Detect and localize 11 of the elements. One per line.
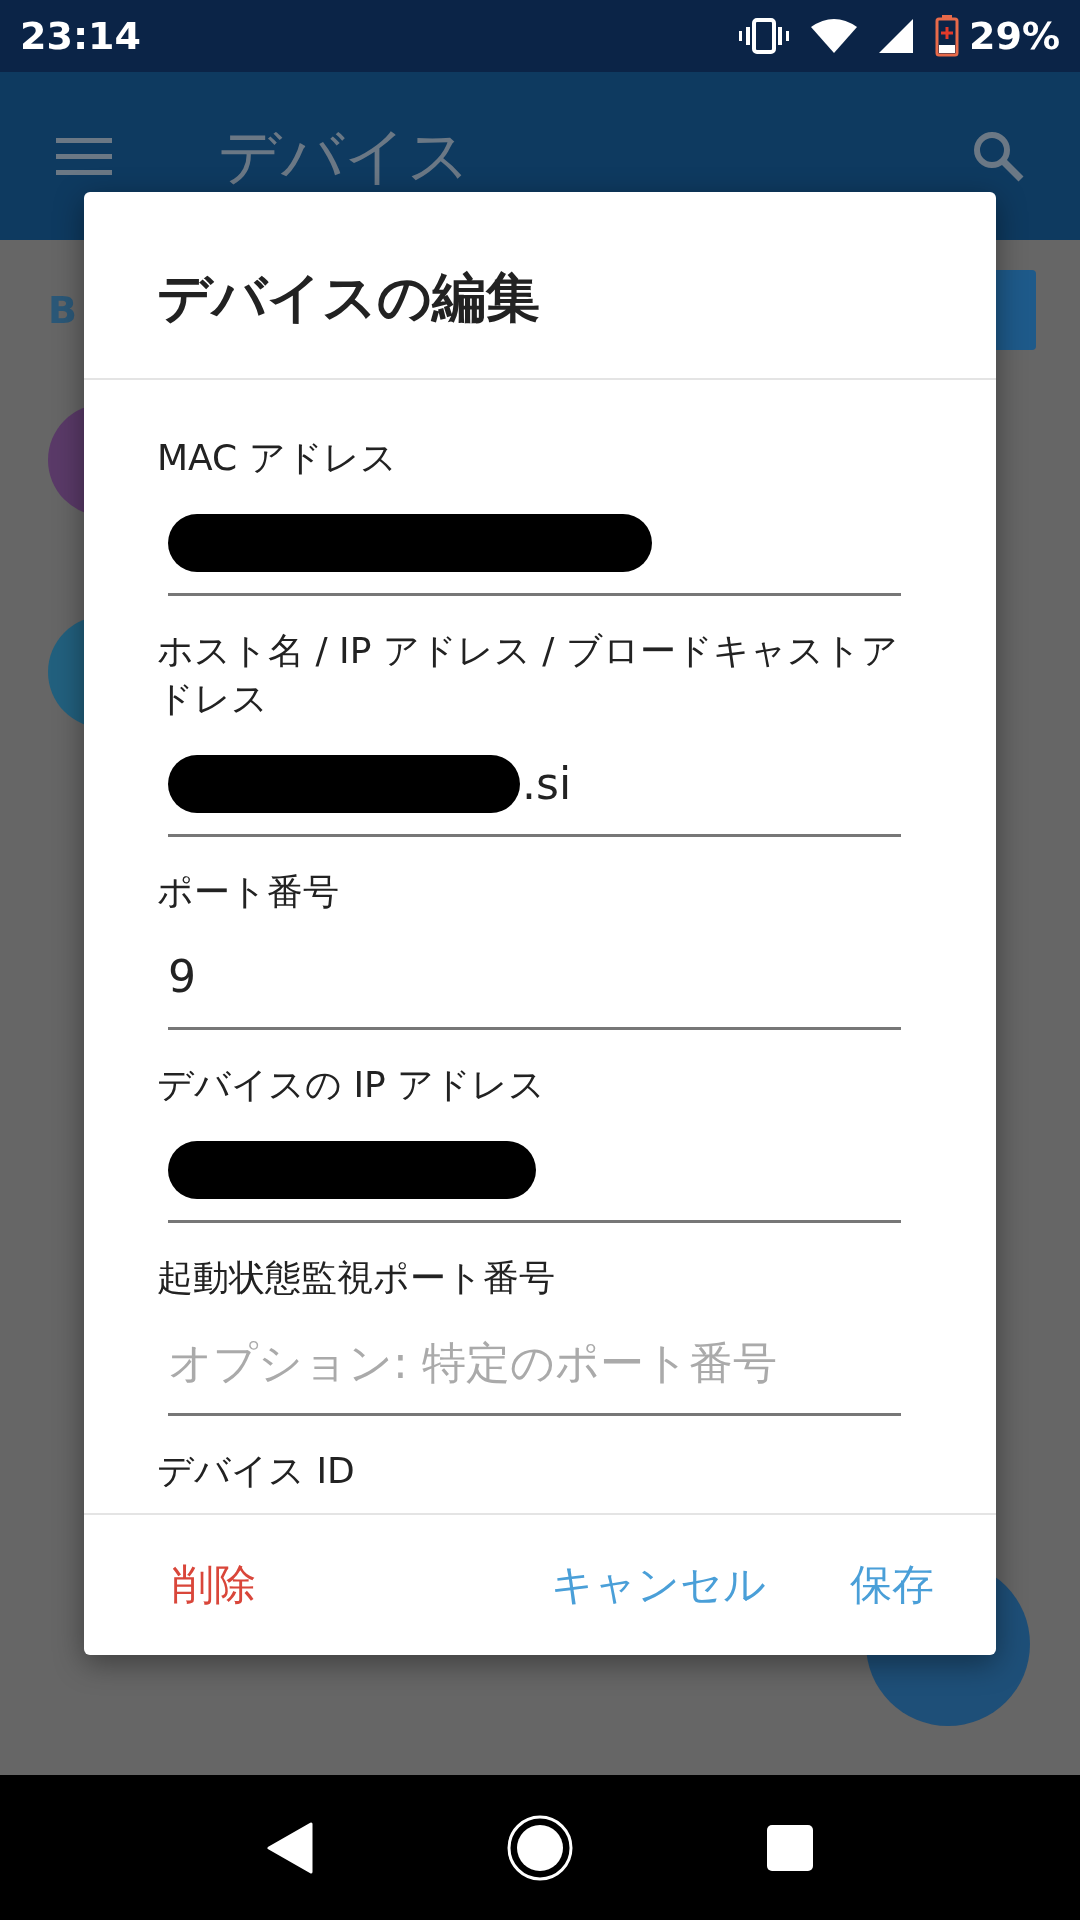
app-title: デバイス: [218, 118, 471, 194]
dialog-title: デバイスの編集: [84, 192, 996, 380]
field-label: ポート番号: [157, 870, 340, 914]
section-label: B: [48, 288, 77, 332]
field-label: デバイス ID: [157, 1449, 356, 1493]
field-label: 起動状態監視ポート番号: [157, 1256, 556, 1300]
field-label: MAC アドレス: [157, 436, 398, 480]
field-label: ホスト名 / IP アドレス / ブロードキャストアドレス: [157, 629, 899, 721]
clock-time: 23:14: [20, 14, 141, 58]
battery-percent: 29%: [969, 14, 1060, 58]
field-label: デバイスの IP アドレス: [157, 1063, 547, 1107]
